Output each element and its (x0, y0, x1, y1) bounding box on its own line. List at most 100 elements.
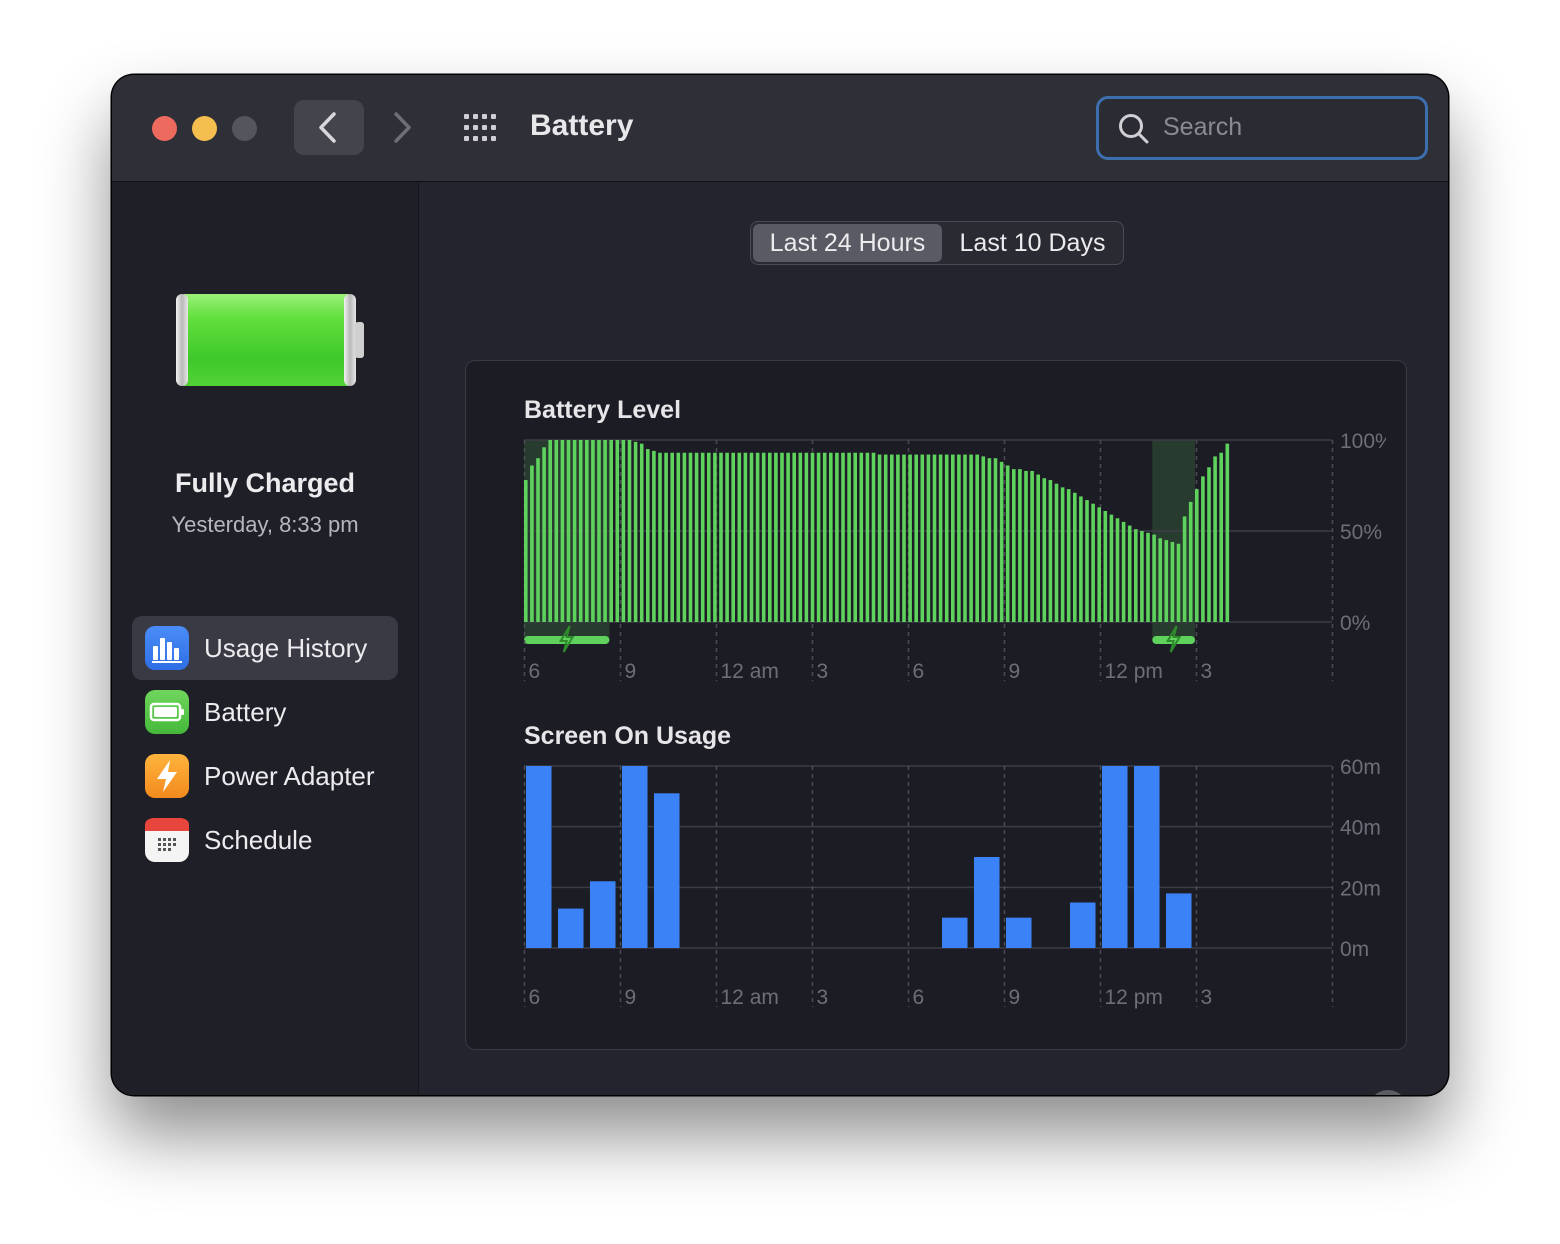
screen-usage-bar (942, 917, 968, 948)
battery-level-bar (841, 452, 845, 622)
screen-usage-bar (654, 793, 680, 948)
battery-level-bar (1182, 516, 1187, 622)
battery-level-bar (1103, 510, 1108, 622)
tab-last-10-days[interactable]: Last 10 Days (944, 224, 1121, 262)
battery-level-bar (981, 456, 986, 622)
battery-level-bar (615, 440, 620, 622)
window-title: Battery (530, 109, 634, 142)
battery-level-bar (951, 454, 955, 622)
x-tick-label: 9 (1009, 986, 1021, 1009)
search-input[interactable] (1161, 108, 1415, 146)
y-tick-label: 0% (1340, 612, 1370, 635)
battery-level-bar (743, 452, 748, 622)
sidebar-item-usage-history[interactable]: Usage History (132, 616, 398, 680)
sidebar: Fully Charged Yesterday, 8:33 pm Usage H… (112, 182, 419, 1095)
screen-on-usage-chart: 60m40m20m0m6912 am36912 pm323 Nov24 Nov (523, 757, 1381, 1009)
battery-level-bar (530, 465, 534, 622)
battery-level-bar (664, 452, 668, 622)
screen-usage-bar (526, 766, 552, 948)
battery-level-bar (835, 452, 839, 622)
battery-level-bar (609, 440, 613, 622)
battery-level-bar (707, 452, 711, 622)
battery-level-bar (1195, 489, 1199, 622)
screen-on-usage-chart-title: Screen On Usage (524, 722, 732, 750)
usage-chart-panel: Battery Level 100%50%0%6912 am36912 pm3 … (465, 360, 1407, 1050)
battery-level-bar (1146, 532, 1150, 622)
show-all-button[interactable] (462, 112, 502, 144)
forward-button[interactable] (382, 100, 422, 155)
screen-usage-bar (1070, 902, 1096, 948)
battery-level-bar (621, 440, 626, 622)
sidebar-item-schedule[interactable]: Schedule (132, 808, 398, 872)
battery-level-bar (737, 452, 742, 622)
x-tick-label: 3 (817, 986, 829, 1009)
x-tick-label: 6 (913, 660, 925, 683)
battery-level-bar (639, 443, 644, 622)
battery-level-bar (566, 440, 571, 622)
screen-usage-bar (558, 908, 584, 948)
battery-full-icon (176, 294, 364, 386)
battery-level-bar (987, 458, 992, 622)
battery-level-bar (829, 452, 833, 622)
battery-level-bar (847, 452, 851, 622)
battery-level-chart-title: Battery Level (524, 396, 682, 424)
battery-level-bar (993, 458, 998, 622)
battery-level-bar (670, 452, 674, 622)
battery-status-title: Fully Charged (174, 468, 356, 498)
screen-usage-bar (622, 766, 648, 948)
battery-level-bar (1079, 496, 1083, 622)
battery-level-bar (780, 452, 784, 622)
battery-level-bar (792, 452, 796, 622)
battery-level-bar (768, 452, 772, 622)
search-icon (1119, 114, 1149, 144)
battery-level-bar (548, 440, 552, 622)
battery-level-bar (1012, 469, 1016, 622)
calendar-icon (145, 818, 189, 862)
battery-level-bar (1225, 443, 1230, 622)
zoom-button[interactable] (232, 116, 257, 141)
battery-level-bar (1066, 489, 1071, 622)
bolt-icon (145, 754, 189, 798)
battery-level-bar (816, 452, 821, 622)
battery-level-bar (1005, 465, 1010, 622)
y-tick-label: 0m (1340, 938, 1369, 961)
battery-level-bar (1207, 467, 1211, 622)
battery-level-bar (944, 454, 949, 622)
battery-level-bar (932, 454, 937, 622)
close-button[interactable] (152, 116, 177, 141)
battery-level-bar (786, 452, 790, 622)
help-button[interactable]: ? (1368, 1090, 1408, 1095)
battery-level-bar (926, 454, 931, 622)
x-tick-label: 9 (625, 986, 637, 1009)
x-tick-label: 12 am (721, 660, 779, 683)
battery-level-bar (1036, 474, 1040, 622)
back-button[interactable] (294, 100, 364, 155)
battery-level-bar (694, 452, 699, 622)
battery-level-bar (633, 441, 638, 622)
sidebar-item-power-adapter[interactable]: Power Adapter (132, 744, 398, 808)
x-tick-label: 12 pm (1105, 660, 1163, 683)
search-field[interactable] (1096, 96, 1428, 160)
battery-level-bar (890, 454, 894, 622)
battery-level-bar (755, 452, 760, 622)
battery-level-bar (1091, 503, 1095, 622)
x-tick-label: 6 (913, 986, 925, 1009)
minimize-button[interactable] (192, 116, 217, 141)
y-tick-label: 50% (1340, 521, 1382, 544)
sidebar-item-battery[interactable]: Battery (132, 680, 398, 744)
battery-level-bar (1085, 500, 1089, 622)
battery-level-bar (804, 452, 809, 622)
battery-level-bar (682, 452, 687, 622)
battery-level-bar (859, 452, 864, 622)
battery-level-bar (749, 452, 754, 622)
battery-level-bar (1115, 518, 1120, 622)
bar-chart-icon (145, 626, 189, 670)
tab-last-24-hours[interactable]: Last 24 Hours (753, 224, 942, 262)
y-tick-label: 20m (1340, 877, 1381, 900)
battery-level-bar (1060, 487, 1065, 622)
battery-level-bar (914, 454, 918, 622)
screen-usage-bar (1006, 917, 1032, 948)
chevron-right-icon (394, 112, 411, 143)
battery-level-bar (1048, 480, 1053, 622)
battery-level-bar (957, 454, 961, 622)
